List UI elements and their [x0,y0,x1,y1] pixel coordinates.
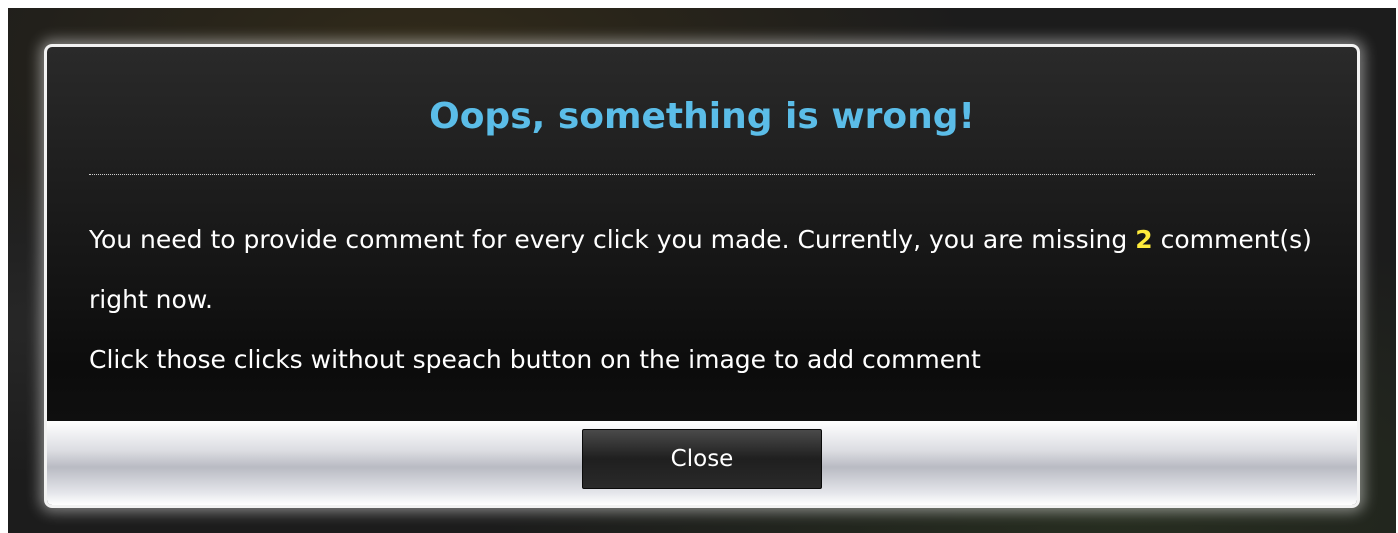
missing-count: 2 [1135,225,1153,254]
message-text-start: You need to provide comment for every cl… [89,225,1136,254]
dialog-title: Oops, something is wrong! [429,96,975,137]
missing-comments-message: You need to provide comment for every cl… [89,210,1317,330]
dialog-footer: Close [47,421,1357,505]
close-button[interactable]: Close [582,429,822,489]
instruction-text: Click those clicks without speach button… [89,345,981,374]
dialog-message: You need to provide comment for every cl… [89,210,1317,390]
error-dialog: Oops, something is wrong! You need to pr… [44,44,1360,508]
dialog-divider [89,174,1315,175]
